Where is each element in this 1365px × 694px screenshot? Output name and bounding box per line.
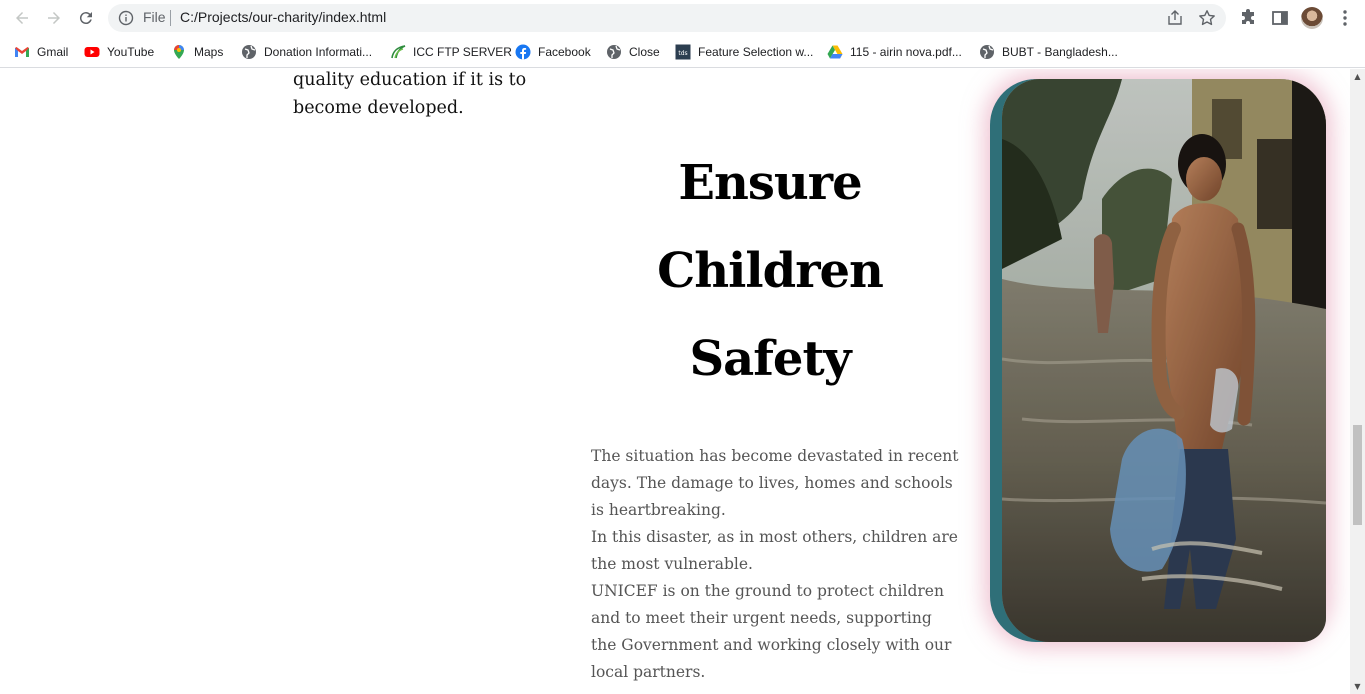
- bookmark-airin-nova-pdf[interactable]: 115 - airin nova.pdf...: [827, 42, 962, 62]
- star-icon[interactable]: [1198, 9, 1216, 27]
- scroll-up-arrow-icon[interactable]: ▲: [1350, 69, 1365, 84]
- paragraph-line: In this disaster, as in most others, chi…: [591, 528, 958, 573]
- bookmark-label: BUBT - Bangladesh...: [1002, 45, 1118, 59]
- globe-icon: [979, 44, 995, 60]
- browser-toolbar: File C:/Projects/our-charity/index.html: [0, 0, 1365, 36]
- bookmark-label: 115 - airin nova.pdf...: [850, 45, 962, 59]
- facebook-icon: [515, 44, 531, 60]
- section-paragraph: The situation has become devastated in r…: [591, 443, 961, 686]
- puzzle-icon[interactable]: [1238, 8, 1258, 28]
- scroll-down-arrow-icon[interactable]: ▼: [1350, 679, 1365, 694]
- bookmark-donation-information[interactable]: Donation Informati...: [241, 42, 372, 62]
- bookmark-label: Close: [629, 45, 660, 59]
- bookmark-close[interactable]: Close: [606, 42, 660, 62]
- previous-section-text: quality education if it is to become dev…: [293, 70, 527, 118]
- leaf-icon: [390, 44, 406, 60]
- bookmark-label: Feature Selection w...: [698, 45, 814, 59]
- bookmark-facebook[interactable]: Facebook: [515, 42, 591, 62]
- scheme-label: File: [143, 9, 166, 25]
- info-icon[interactable]: [118, 10, 134, 26]
- paragraph-line: UNICEF is on the ground to protect child…: [591, 582, 952, 681]
- bookmark-label: Facebook: [538, 45, 591, 59]
- omnibox-separator: [170, 10, 171, 26]
- kebab-menu-icon[interactable]: [1335, 8, 1355, 28]
- bookmark-label: ICC FTP SERVER: [413, 45, 512, 59]
- google-drive-icon: [827, 44, 843, 60]
- arrow-left-icon[interactable]: [10, 6, 34, 30]
- side-panel-icon[interactable]: [1270, 8, 1290, 28]
- tds-icon: tds: [675, 44, 691, 60]
- paragraph-line: The situation has become devastated in r…: [591, 447, 959, 519]
- vertical-scrollbar[interactable]: ▲ ▼: [1350, 69, 1365, 694]
- url-text[interactable]: C:/Projects/our-charity/index.html: [180, 9, 386, 25]
- svg-text:tds: tds: [678, 50, 687, 57]
- globe-icon: [241, 44, 257, 60]
- bookmark-gmail[interactable]: Gmail: [14, 42, 68, 62]
- arrow-right-icon[interactable]: [42, 6, 66, 30]
- bookmark-icc-ftp-server[interactable]: ICC FTP SERVER: [390, 42, 512, 62]
- bookmark-maps[interactable]: Maps: [171, 42, 223, 62]
- flood-child-photo: [1002, 79, 1326, 642]
- bookmark-label: YouTube: [107, 45, 155, 59]
- bookmark-label: Maps: [194, 45, 224, 59]
- bookmark-label: Gmail: [37, 45, 69, 59]
- gmail-icon: [14, 44, 30, 60]
- bookmark-feature-selection[interactable]: tds Feature Selection w...: [675, 42, 813, 62]
- bookmark-bubt[interactable]: BUBT - Bangladesh...: [979, 42, 1118, 62]
- maps-icon: [171, 44, 187, 60]
- share-icon[interactable]: [1166, 9, 1184, 27]
- bookmark-youtube[interactable]: YouTube: [84, 42, 154, 62]
- youtube-icon: [84, 44, 100, 60]
- scrollbar-thumb[interactable]: [1353, 425, 1362, 525]
- address-bar[interactable]: File C:/Projects/our-charity/index.html: [108, 4, 1226, 32]
- bookmarks-bar: Gmail YouTube Maps Donation Informati...…: [0, 36, 1365, 68]
- page-viewport: quality education if it is to become dev…: [0, 69, 1350, 694]
- profile-avatar[interactable]: [1301, 7, 1323, 29]
- section-heading: Ensure Children Safety: [657, 155, 884, 387]
- reload-icon[interactable]: [74, 6, 98, 30]
- bookmark-label: Donation Informati...: [264, 45, 373, 59]
- globe-icon: [606, 44, 622, 60]
